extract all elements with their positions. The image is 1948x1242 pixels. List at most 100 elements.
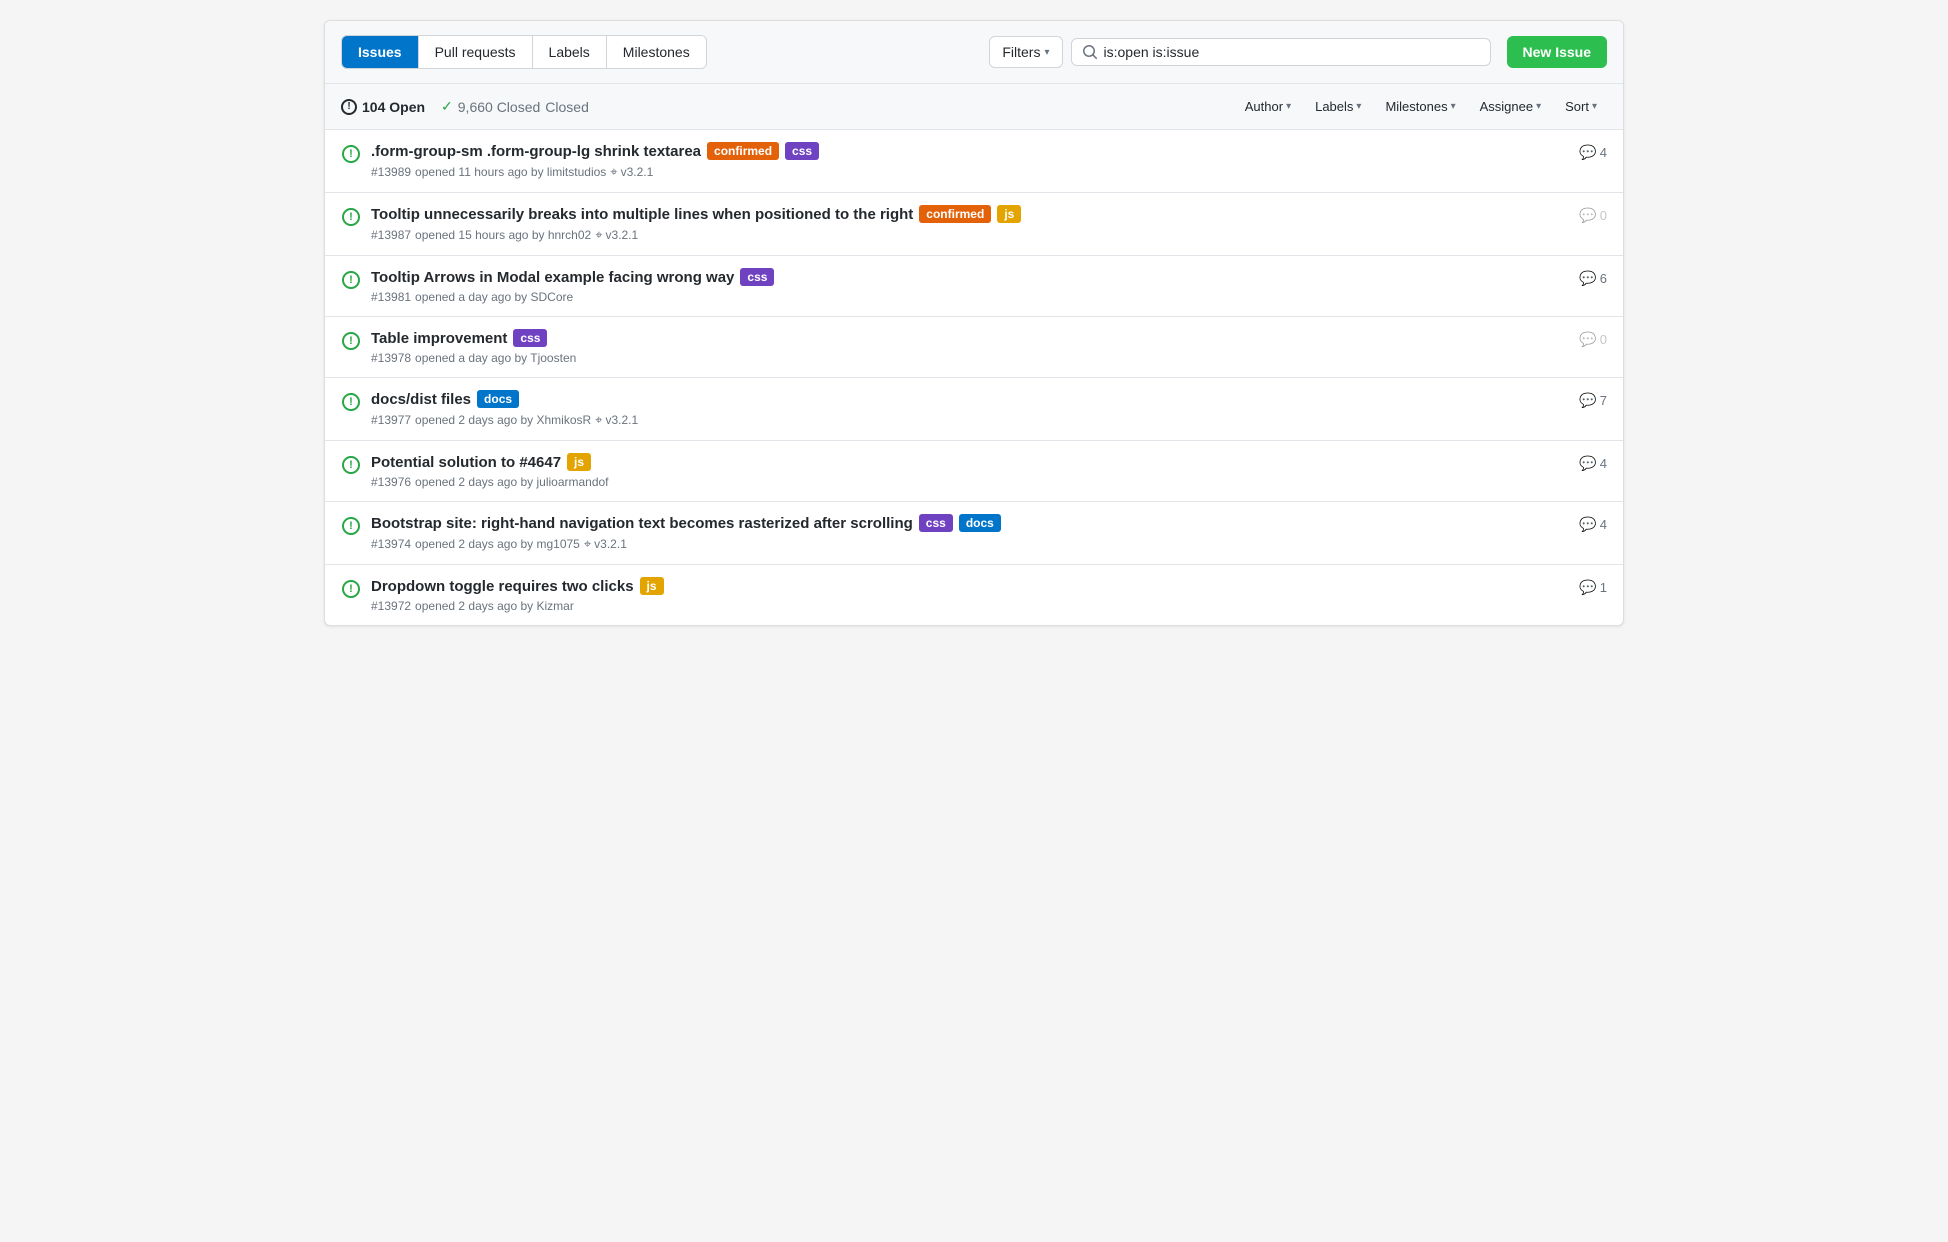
open-issue-circle-icon: ! bbox=[342, 517, 360, 535]
issue-right: 💬4 bbox=[1579, 453, 1607, 472]
issue-meta: #13974opened 2 days ago by mg1075⌖ v3.2.… bbox=[371, 536, 1569, 552]
badge-css[interactable]: css bbox=[785, 142, 819, 160]
open-issue-circle-icon: ! bbox=[342, 456, 360, 474]
issue-meta-text: opened 2 days ago by XhmikosR bbox=[415, 413, 591, 427]
issue-title[interactable]: Tooltip unnecessarily breaks into multip… bbox=[371, 206, 913, 223]
open-count[interactable]: ! 104 Open bbox=[341, 99, 425, 115]
badge-css[interactable]: css bbox=[740, 268, 774, 286]
issue-meta-text: opened 11 hours ago by limitstudios bbox=[415, 165, 606, 179]
badge-confirmed[interactable]: confirmed bbox=[919, 205, 991, 223]
issue-open-icon: ! bbox=[341, 144, 361, 164]
issue-open-icon: ! bbox=[341, 392, 361, 412]
open-issue-circle-icon: ! bbox=[342, 208, 360, 226]
issue-title[interactable]: Tooltip Arrows in Modal example facing w… bbox=[371, 269, 734, 286]
comment-bubble-icon: 💬 bbox=[1579, 579, 1596, 596]
issue-right: 💬4 bbox=[1579, 142, 1607, 161]
issue-right: 💬4 bbox=[1579, 514, 1607, 533]
tab-milestones[interactable]: Milestones bbox=[607, 36, 706, 68]
issue-content: Tooltip unnecessarily breaks into multip… bbox=[371, 205, 1569, 243]
search-input[interactable] bbox=[1104, 44, 1480, 60]
issue-title-row: Tooltip unnecessarily breaks into multip… bbox=[371, 205, 1569, 223]
labels-filter-button[interactable]: Labels ▾ bbox=[1305, 94, 1371, 119]
comment-bubble-icon: 💬 bbox=[1579, 331, 1596, 348]
issue-id: #13981 bbox=[371, 290, 411, 304]
tab-labels[interactable]: Labels bbox=[533, 36, 607, 68]
milestone-icon: ⌖ bbox=[595, 412, 602, 428]
issue-id: #13987 bbox=[371, 228, 411, 242]
comment-count: 💬4 bbox=[1579, 455, 1607, 472]
issue-meta-text: opened 2 days ago by Kizmar bbox=[415, 599, 574, 613]
comment-number: 4 bbox=[1600, 456, 1607, 471]
issue-title-row: Bootstrap site: right-hand navigation te… bbox=[371, 514, 1569, 532]
milestone-icon: ⌖ bbox=[610, 164, 617, 180]
comment-count: 💬0 bbox=[1579, 207, 1607, 224]
milestone-icon: ⌖ bbox=[584, 536, 591, 552]
new-issue-button[interactable]: New Issue bbox=[1507, 36, 1607, 68]
badge-js[interactable]: js bbox=[567, 453, 591, 471]
open-issue-circle-icon: ! bbox=[342, 580, 360, 598]
issue-row: ! Bootstrap site: right-hand navigation t… bbox=[325, 502, 1623, 565]
issue-meta-text: opened a day ago by SDCore bbox=[415, 290, 573, 304]
labels-chevron-icon: ▾ bbox=[1356, 101, 1361, 112]
issue-title[interactable]: Bootstrap site: right-hand navigation te… bbox=[371, 515, 913, 532]
comment-bubble-icon: 💬 bbox=[1579, 270, 1596, 287]
issue-row: ! Dropdown toggle requires two clicks js #1… bbox=[325, 565, 1623, 625]
comment-count: 💬6 bbox=[1579, 270, 1607, 287]
issue-milestone[interactable]: ⌖ v3.2.1 bbox=[610, 164, 653, 180]
issue-content: .form-group-sm .form-group-lg shrink tex… bbox=[371, 142, 1569, 180]
issue-title-row: .form-group-sm .form-group-lg shrink tex… bbox=[371, 142, 1569, 160]
issue-row: ! Potential solution to #4647 js #13976 open… bbox=[325, 441, 1623, 502]
comment-bubble-icon: 💬 bbox=[1579, 516, 1596, 533]
sort-filter-button[interactable]: Sort ▾ bbox=[1555, 94, 1607, 119]
issue-milestone[interactable]: ⌖ v3.2.1 bbox=[595, 412, 638, 428]
comment-count: 💬4 bbox=[1579, 144, 1607, 161]
issue-meta: #13972opened 2 days ago by Kizmar bbox=[371, 599, 1569, 613]
issue-row: !Table improvementcss#13978opened a day … bbox=[325, 317, 1623, 378]
comment-number: 6 bbox=[1600, 271, 1607, 286]
tab-pull-requests[interactable]: Pull requests bbox=[419, 36, 533, 68]
milestones-filter-button[interactable]: Milestones ▾ bbox=[1375, 94, 1465, 119]
issue-meta-text: opened 2 days ago by mg1075 bbox=[415, 537, 580, 551]
issue-id: #13977 bbox=[371, 413, 411, 427]
milestone-icon: ⌖ bbox=[595, 227, 602, 243]
badge-js[interactable]: js bbox=[640, 577, 664, 595]
issue-milestone[interactable]: ⌖ v3.2.1 bbox=[595, 227, 638, 243]
checkmark-icon: ✓ bbox=[441, 98, 453, 115]
badge-docs[interactable]: docs bbox=[477, 390, 519, 408]
author-filter-button[interactable]: Author ▾ bbox=[1235, 94, 1301, 119]
issue-meta: #13987opened 15 hours ago by hnrch02⌖ v3… bbox=[371, 227, 1569, 243]
issue-content: docs/dist files docs #13977 opened 2 days a… bbox=[371, 390, 1569, 428]
issues-counts: ! 104 Open ✓ 9,660 Closed Closed bbox=[341, 98, 589, 115]
search-area: Filters ▾ New Issue bbox=[989, 36, 1607, 68]
issue-title[interactable]: Potential solution to #4647 bbox=[371, 454, 561, 471]
issue-id: #13976 bbox=[371, 475, 411, 489]
filters-button[interactable]: Filters ▾ bbox=[989, 36, 1062, 68]
badge-js[interactable]: js bbox=[997, 205, 1021, 223]
comment-count: 💬4 bbox=[1579, 516, 1607, 533]
issue-row: !Tooltip Arrows in Modal example facing … bbox=[325, 256, 1623, 317]
comment-bubble-icon: 💬 bbox=[1579, 207, 1596, 224]
open-circle-icon: ! bbox=[341, 99, 357, 115]
badge-confirmed[interactable]: confirmed bbox=[707, 142, 779, 160]
comment-number: 7 bbox=[1600, 393, 1607, 408]
badge-css[interactable]: css bbox=[919, 514, 953, 532]
issue-meta-text: opened 2 days ago by julioarmandof bbox=[415, 475, 608, 489]
issue-title[interactable]: Dropdown toggle requires two clicks bbox=[371, 578, 634, 595]
milestones-chevron-icon: ▾ bbox=[1451, 101, 1456, 112]
issue-milestone[interactable]: ⌖ v3.2.1 bbox=[584, 536, 627, 552]
closed-count[interactable]: ✓ 9,660 Closed Closed bbox=[441, 98, 589, 115]
assignee-filter-button[interactable]: Assignee ▾ bbox=[1470, 94, 1552, 119]
badge-css[interactable]: css bbox=[513, 329, 547, 347]
comment-number: 1 bbox=[1600, 580, 1607, 595]
issue-open-icon: ! bbox=[341, 331, 361, 351]
open-issue-circle-icon: ! bbox=[342, 332, 360, 350]
issue-title[interactable]: docs/dist files bbox=[371, 391, 471, 408]
issue-row: ! Tooltip unnecessarily breaks into multi… bbox=[325, 193, 1623, 256]
search-box bbox=[1071, 38, 1491, 66]
issue-title[interactable]: .form-group-sm .form-group-lg shrink tex… bbox=[371, 143, 701, 160]
badge-docs[interactable]: docs bbox=[959, 514, 1001, 532]
issue-id: #13989 bbox=[371, 165, 411, 179]
tab-issues[interactable]: Issues bbox=[342, 36, 419, 68]
issue-title[interactable]: Table improvement bbox=[371, 330, 507, 347]
issue-content: Table improvementcss#13978opened a day a… bbox=[371, 329, 1569, 365]
